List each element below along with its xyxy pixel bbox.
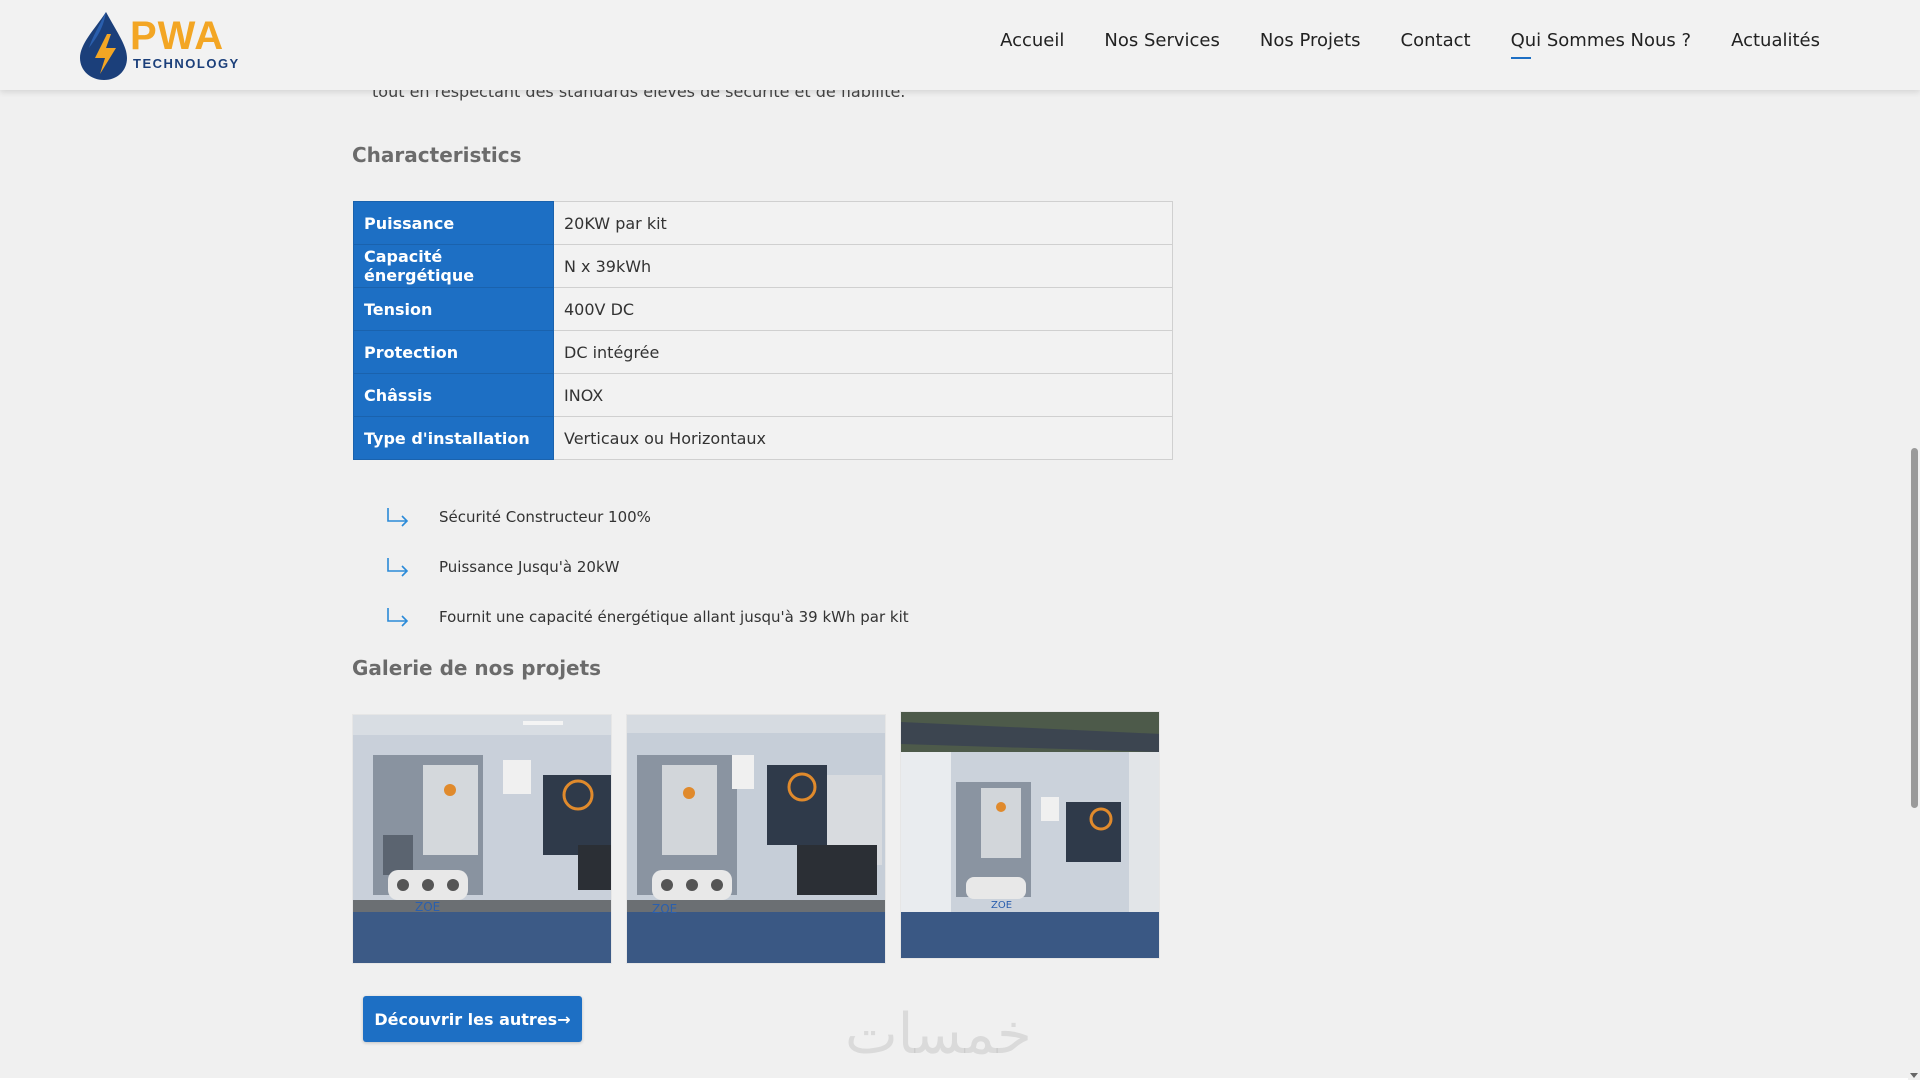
- arrow-return-icon: [387, 608, 409, 627]
- spec-key: Tension: [353, 287, 554, 331]
- table-row: Protection DC intégrée: [353, 330, 1173, 374]
- spec-key: Châssis: [353, 373, 554, 417]
- table-row: Capacité énergétique N x 39kWh: [353, 244, 1173, 288]
- battery-container-photo: ZOE: [627, 715, 885, 963]
- spec-value: 400V DC: [553, 287, 1173, 331]
- scroll-down-arrow-icon[interactable]: [1910, 1073, 1918, 1078]
- arrow-return-icon: [387, 558, 409, 577]
- photo-label: ZOE: [991, 900, 1012, 911]
- battery-container-photo: ZOE: [901, 712, 1159, 958]
- nav-actualites[interactable]: Actualités: [1731, 30, 1820, 51]
- photo-label: ZOE: [652, 902, 677, 916]
- gallery-photo[interactable]: ZOE: [626, 714, 886, 964]
- logo-wordmark: PWA: [130, 14, 225, 58]
- nav-nos-projets[interactable]: Nos Projets: [1260, 30, 1361, 51]
- table-row: Type d'installation Verticaux ou Horizon…: [353, 416, 1173, 460]
- scrollbar-thumb[interactable]: [1911, 448, 1918, 808]
- gallery-photo[interactable]: ZOE: [352, 714, 612, 964]
- battery-container-photo: ZOE: [353, 715, 611, 963]
- brand-logo[interactable]: PWA TECHNOLOGY: [76, 8, 238, 82]
- main-nav: Accueil Nos Services Nos Projets Contact…: [1000, 30, 1820, 59]
- spec-value: 20KW par kit: [553, 201, 1173, 245]
- list-item: Sécurité Constructeur 100%: [385, 492, 909, 542]
- spec-value: INOX: [553, 373, 1173, 417]
- feature-text: Puissance Jusqu'à 20kW: [439, 558, 620, 576]
- logo-drop-icon: [80, 12, 127, 80]
- spec-value: DC intégrée: [553, 330, 1173, 374]
- discover-more-button[interactable]: Découvrir les autres→: [363, 996, 582, 1042]
- spec-key: Puissance: [353, 201, 554, 245]
- spec-key: Protection: [353, 330, 554, 374]
- arrow-return-icon: [387, 508, 409, 527]
- characteristics-table: Puissance 20KW par kit Capacité énergéti…: [353, 201, 1173, 460]
- project-gallery: ZOE ZOE ZOE: [352, 711, 1160, 964]
- feature-text: Fournit une capacité énergétique allant …: [439, 608, 909, 626]
- watermark-logo: خمسات: [845, 1002, 1032, 1067]
- spec-key: Capacité énergétique: [353, 244, 554, 288]
- photo-label: ZOE: [415, 900, 440, 914]
- list-item: Fournit une capacité énergétique allant …: [385, 592, 909, 642]
- vertical-scrollbar[interactable]: [1908, 90, 1920, 1080]
- table-row: Châssis INOX: [353, 373, 1173, 417]
- nav-accueil[interactable]: Accueil: [1000, 30, 1064, 51]
- list-item: Puissance Jusqu'à 20kW: [385, 542, 909, 592]
- gallery-title: Galerie de nos projets: [352, 656, 602, 680]
- logo-subtitle: TECHNOLOGY: [133, 56, 240, 71]
- nav-qui-sommes-nous[interactable]: Qui Sommes Nous ?: [1510, 30, 1691, 59]
- nav-contact[interactable]: Contact: [1401, 30, 1471, 51]
- feature-text: Sécurité Constructeur 100%: [439, 508, 651, 526]
- spec-key: Type d'installation: [353, 416, 554, 460]
- spec-value: N x 39kWh: [553, 244, 1173, 288]
- site-header: PWA TECHNOLOGY Accueil Nos Services Nos …: [0, 0, 1920, 90]
- table-row: Puissance 20KW par kit: [353, 201, 1173, 245]
- characteristics-title: Characteristics: [352, 143, 522, 167]
- feature-list: Sécurité Constructeur 100% Puissance Jus…: [385, 492, 909, 642]
- spec-value: Verticaux ou Horizontaux: [553, 416, 1173, 460]
- nav-nos-services[interactable]: Nos Services: [1104, 30, 1219, 51]
- table-row: Tension 400V DC: [353, 287, 1173, 331]
- gallery-photo[interactable]: ZOE: [900, 711, 1160, 959]
